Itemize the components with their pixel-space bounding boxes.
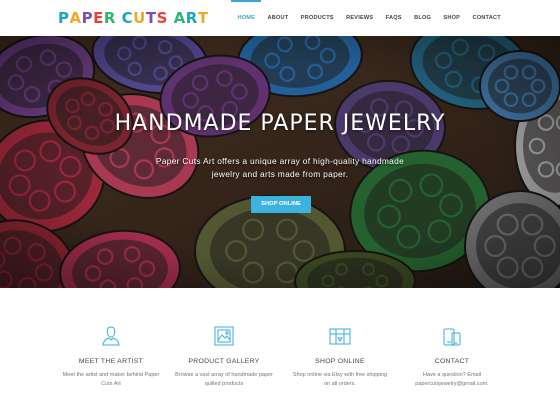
feature-text: Meet the artist and maker behind Paper C… <box>62 372 160 387</box>
shop-online-button[interactable]: SHOP ONLINE <box>251 196 311 213</box>
hero-title: HANDMADE PAPER JEWELRY <box>114 111 446 136</box>
features-section: MEET THE ARTIST Meet the artist and make… <box>0 288 560 420</box>
mobile-icon <box>443 328 461 346</box>
person-icon <box>102 326 120 346</box>
logo-letter: T <box>145 9 157 27</box>
feature-product-gallery[interactable]: PRODUCT GALLERY Browse a vast array of h… <box>174 325 274 388</box>
nav-blog[interactable]: BLOG <box>408 0 437 36</box>
nav-products[interactable]: PRODUCTS <box>295 0 340 36</box>
site-logo[interactable]: PAPER CUTS ART <box>58 8 209 28</box>
logo-letter: A <box>173 9 186 27</box>
logo-letter: R <box>185 9 198 27</box>
feature-title: PRODUCT GALLERY <box>188 358 260 365</box>
feature-contact[interactable]: CONTACT Have a question? Email papercuts… <box>402 325 502 388</box>
feature-text: Have a question? Email papercutsjewelry@… <box>415 372 489 387</box>
hero-banner: HANDMADE PAPER JEWELRY Paper Cuts Art of… <box>0 36 560 288</box>
nav-about[interactable]: ABOUT <box>261 0 294 36</box>
logo-letter: C <box>121 9 134 27</box>
shop-icon <box>329 328 351 345</box>
logo-letter: R <box>103 9 116 27</box>
hero-description: Paper Cuts Art offers a unique array of … <box>155 156 405 179</box>
logo-letter: E <box>93 9 104 27</box>
logo-letter: P <box>58 9 70 27</box>
logo-letter: U <box>133 9 146 27</box>
nav-home[interactable]: HOME <box>231 0 262 36</box>
nav-reviews[interactable]: REVIEWS <box>340 0 380 36</box>
gallery-icon <box>214 326 234 346</box>
feature-shop-online[interactable]: SHOP ONLINE Shop online via Etsy with fr… <box>290 325 390 388</box>
main-nav: HOME ABOUT PRODUCTS REVIEWS FAQS BLOG SH… <box>231 0 507 36</box>
logo-letter: T <box>197 9 209 27</box>
feature-text: Browse a vast array of handmade paper qu… <box>175 372 273 387</box>
site-header: PAPER CUTS ART HOME ABOUT PRODUCTS REVIE… <box>0 0 560 36</box>
logo-letter: S <box>156 9 168 27</box>
logo-letter: A <box>69 9 82 27</box>
nav-faqs[interactable]: FAQS <box>380 0 408 36</box>
feature-meet-artist[interactable]: MEET THE ARTIST Meet the artist and make… <box>61 325 161 388</box>
feature-text: Shop online via Etsy with free shipping … <box>292 372 388 387</box>
feature-title: SHOP ONLINE <box>315 358 365 365</box>
logo-letter: P <box>81 9 94 27</box>
feature-title: MEET THE ARTIST <box>78 358 144 365</box>
feature-title: CONTACT <box>434 358 470 365</box>
nav-shop[interactable]: SHOP <box>437 0 466 36</box>
nav-contact[interactable]: CONTACT <box>466 0 507 36</box>
